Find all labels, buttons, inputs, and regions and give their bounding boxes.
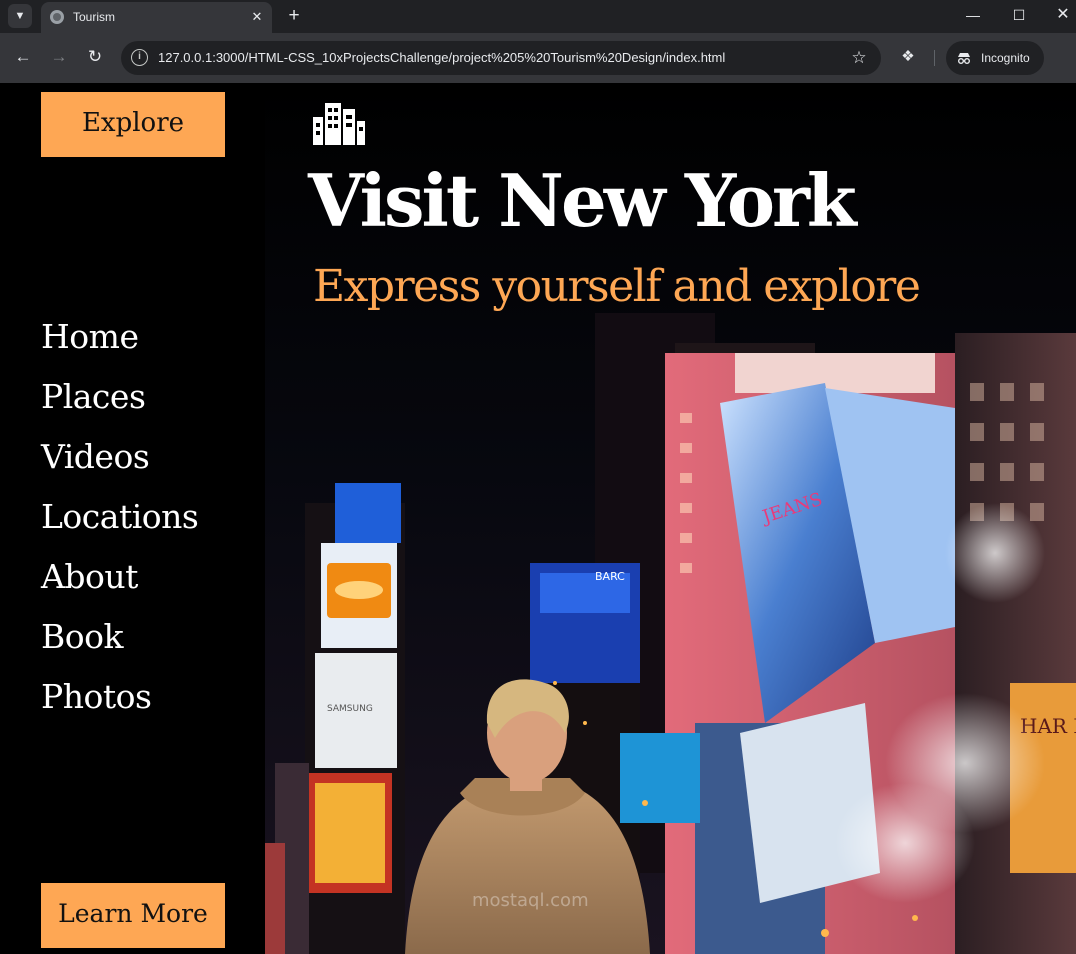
tab-search-button[interactable]: ▼ bbox=[8, 4, 32, 28]
city-icon bbox=[313, 103, 365, 145]
svg-text:BARC: BARC bbox=[595, 570, 625, 583]
nav-item-locations[interactable]: Locations bbox=[41, 493, 199, 553]
bookmark-star-icon[interactable]: ☆ bbox=[848, 47, 870, 69]
nav-item-places[interactable]: Places bbox=[41, 373, 198, 433]
nav-item-home[interactable]: Home bbox=[41, 313, 198, 373]
maximize-button[interactable]: ☐ bbox=[996, 0, 1042, 32]
hero-subtitle: Express yourself and explore bbox=[313, 261, 921, 312]
explore-button[interactable]: Explore bbox=[41, 92, 225, 157]
nav-item-videos[interactable]: Videos bbox=[41, 433, 198, 493]
incognito-label: Incognito bbox=[981, 51, 1030, 65]
browser-toolbar: ← → ↻ i 127.0.0.1:3000/HTML-CSS_10xProje… bbox=[0, 33, 1076, 83]
reload-icon[interactable]: ↻ bbox=[83, 45, 107, 69]
back-arrow-icon[interactable]: ← bbox=[11, 45, 35, 69]
minimize-button[interactable]: — bbox=[950, 0, 996, 32]
svg-text:SAMSUNG: SAMSUNG bbox=[327, 704, 373, 714]
nav-item-book[interactable]: Book bbox=[41, 613, 198, 673]
svg-text:mostaql.com: mostaql.com bbox=[472, 890, 589, 911]
nav-item-about[interactable]: About bbox=[41, 553, 198, 613]
url-text[interactable]: 127.0.0.1:3000/HTML-CSS_10xProjectsChall… bbox=[158, 50, 725, 65]
nav-item-photos[interactable]: Photos bbox=[41, 673, 198, 733]
hero-title: Visit New York bbox=[308, 158, 857, 243]
tab-strip: ▼ Tourism ✕ + — ☐ ✕ bbox=[0, 0, 1076, 33]
window-close-button[interactable]: ✕ bbox=[1040, 0, 1076, 32]
close-icon[interactable]: ✕ bbox=[248, 8, 266, 26]
main-nav: Home Places Videos Locations About Book … bbox=[41, 313, 199, 733]
page-content: BARC SAMSUNG JEANS HAR mostaql.com Explo… bbox=[0, 83, 1076, 954]
new-tab-button[interactable]: + bbox=[282, 4, 306, 28]
tab-tourism[interactable]: Tourism ✕ bbox=[41, 2, 272, 33]
site-info-icon[interactable]: i bbox=[131, 49, 148, 66]
toolbar-divider bbox=[934, 50, 935, 66]
incognito-badge[interactable]: Incognito bbox=[946, 41, 1044, 75]
globe-icon bbox=[50, 10, 64, 24]
forward-arrow-icon[interactable]: → bbox=[47, 45, 71, 69]
incognito-icon bbox=[958, 53, 970, 64]
tab-title: Tourism bbox=[73, 10, 116, 24]
learn-more-button[interactable]: Learn More bbox=[41, 883, 225, 948]
extensions-icon[interactable]: ❖ bbox=[896, 45, 920, 69]
address-bar[interactable]: i 127.0.0.1:3000/HTML-CSS_10xProjectsCha… bbox=[121, 41, 881, 75]
